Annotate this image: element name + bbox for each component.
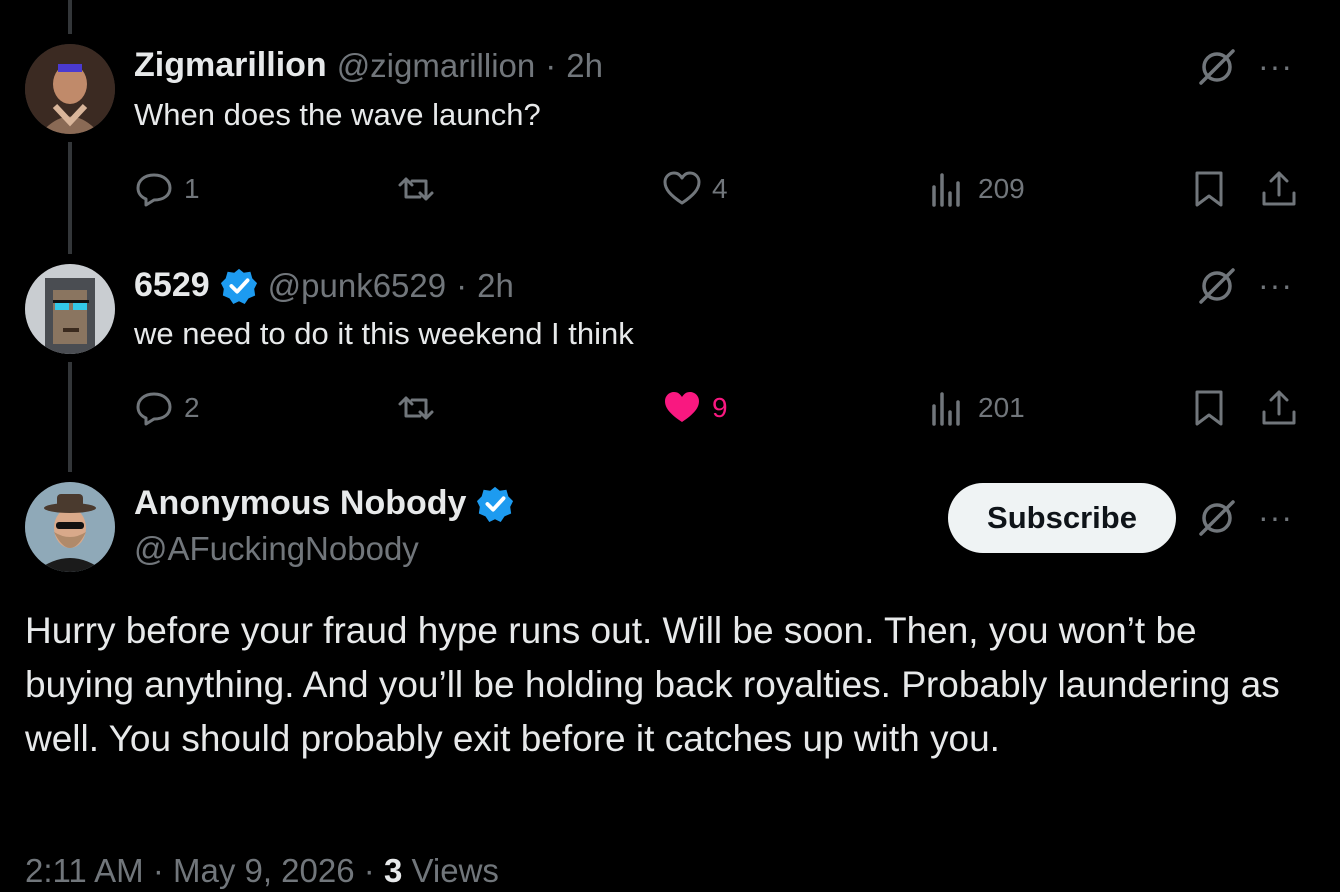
repost-button[interactable] <box>396 383 446 433</box>
more-dots-icon[interactable]: ··· <box>1258 499 1293 536</box>
heart-icon <box>663 171 701 205</box>
views-button[interactable]: 201 <box>928 383 1025 433</box>
bookmark-icon <box>1195 171 1223 207</box>
display-name[interactable]: Zigmarillion <box>134 46 327 85</box>
reply-tweet[interactable]: 6529 @punk6529 · 2h we need to do it thi… <box>0 250 1340 470</box>
views-count: 3 <box>383 852 403 889</box>
reply-button[interactable]: 2 <box>134 383 200 433</box>
share-button[interactable] <box>1259 383 1299 433</box>
repost-button[interactable] <box>396 164 446 214</box>
repost-arrows-icon <box>398 177 434 201</box>
reply-tweet[interactable]: Zigmarillion @zigmarillion · 2h When doe… <box>0 0 1340 250</box>
tweet-date[interactable]: May 9, 2026 <box>173 852 355 889</box>
tweet-text: we need to do it this weekend I think <box>134 316 634 351</box>
separator: · <box>363 852 375 889</box>
view-count: 201 <box>978 392 1025 423</box>
tweet-time[interactable]: 2:11 AM <box>25 852 144 889</box>
like-count: 9 <box>712 392 728 423</box>
subscribe-button[interactable]: Subscribe <box>948 483 1176 553</box>
share-upload-icon <box>1262 171 1296 206</box>
bookmark-button[interactable] <box>1189 164 1229 214</box>
speech-bubble-icon <box>136 392 172 426</box>
bar-chart-icon <box>932 173 960 207</box>
display-name[interactable]: Anonymous Nobody <box>134 484 466 523</box>
user-handle[interactable]: @AFuckingNobody <box>134 530 419 568</box>
tweet-text: When does the wave launch? <box>134 97 541 132</box>
more-dots-icon[interactable]: ··· <box>1258 48 1293 85</box>
reply-button[interactable]: 1 <box>134 164 200 214</box>
display-name[interactable]: 6529 <box>134 266 210 305</box>
more-dots-icon[interactable]: ··· <box>1258 267 1293 304</box>
bar-chart-icon <box>932 392 960 426</box>
bookmark-button[interactable] <box>1189 383 1229 433</box>
like-count: 4 <box>712 173 728 204</box>
repost-arrows-icon <box>398 396 434 420</box>
share-button[interactable] <box>1259 164 1299 214</box>
separator: · <box>152 852 164 889</box>
bookmark-icon <box>1195 390 1223 426</box>
views-label: Views <box>411 852 499 889</box>
avatar[interactable] <box>25 482 115 572</box>
tweet-meta: 2:11 AM · May 9, 2026 · 3 Views <box>25 852 499 890</box>
verified-badge-icon <box>477 486 514 522</box>
speech-bubble-icon <box>136 173 172 207</box>
user-handle[interactable]: @punk6529 <box>268 267 446 305</box>
action-bar: 2 9 201 <box>134 383 1304 433</box>
views-button[interactable]: 209 <box>928 164 1025 214</box>
verified-badge-icon <box>220 268 257 304</box>
like-button[interactable]: 9 <box>662 383 728 433</box>
user-handle[interactable]: @zigmarillion <box>337 47 536 85</box>
separator: · <box>545 46 557 84</box>
grok-icon[interactable] <box>1195 264 1239 313</box>
like-button[interactable]: 4 <box>662 164 728 214</box>
avatar[interactable] <box>25 264 115 354</box>
reply-count: 1 <box>184 173 200 204</box>
action-bar: 1 4 209 <box>134 164 1304 214</box>
reply-count: 2 <box>184 392 200 423</box>
tweet-age[interactable]: 2h <box>566 47 603 85</box>
tweet-age[interactable]: 2h <box>477 267 514 305</box>
grok-icon[interactable] <box>1195 45 1239 94</box>
separator: · <box>456 266 468 304</box>
avatar[interactable] <box>25 44 115 134</box>
view-count: 209 <box>978 173 1025 204</box>
main-tweet-text: Hurry before your fraud hype runs out. W… <box>25 610 1280 759</box>
share-upload-icon <box>1262 390 1296 425</box>
heart-icon <box>665 392 699 422</box>
grok-icon[interactable] <box>1195 496 1239 545</box>
